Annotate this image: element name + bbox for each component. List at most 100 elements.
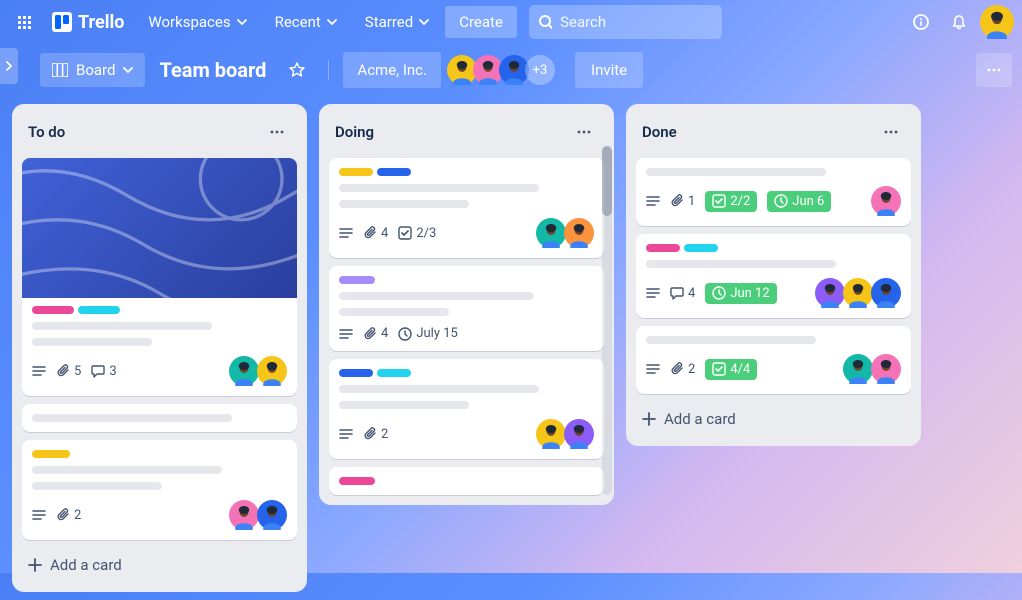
star-board-button[interactable] (280, 53, 314, 87)
card-text-placeholder (32, 482, 162, 490)
card-text-placeholder (339, 292, 534, 300)
card-label[interactable] (377, 369, 411, 377)
member-avatar[interactable] (843, 278, 873, 308)
checklist-complete-badge: 2/2 (705, 191, 757, 212)
card-label[interactable] (339, 369, 373, 377)
clock-icon (398, 327, 412, 341)
member-avatar[interactable] (229, 500, 259, 530)
card[interactable]: 12/2Jun 6 (636, 158, 911, 226)
search-box[interactable] (529, 5, 723, 39)
list-menu-button[interactable] (263, 118, 291, 146)
checklist-icon (712, 362, 726, 376)
card[interactable] (22, 404, 297, 432)
add-card-button[interactable]: Add a card (22, 548, 297, 582)
card-label[interactable] (78, 306, 120, 314)
card-cover (22, 158, 297, 298)
card[interactable]: 2 (329, 359, 604, 459)
card[interactable]: 2 (22, 440, 297, 540)
member-avatar[interactable] (536, 419, 566, 449)
member-avatar[interactable] (257, 500, 287, 530)
notifications-button[interactable] (942, 5, 976, 39)
attachment-badge: 5 (56, 364, 81, 379)
card-text-placeholder (339, 308, 449, 316)
apps-switcher-button[interactable] (8, 6, 40, 38)
card-members (845, 354, 901, 384)
member-avatar[interactable] (257, 356, 287, 386)
expand-sidebar-button[interactable] (0, 48, 18, 84)
trello-logo[interactable]: Trello (44, 12, 132, 33)
search-input[interactable] (560, 13, 712, 31)
card-badges: 2 (32, 508, 81, 523)
card-labels (32, 306, 287, 314)
list-menu-button[interactable] (570, 118, 598, 146)
attachment-icon (670, 194, 684, 208)
card[interactable]: 4July 15 (329, 266, 604, 351)
board-title[interactable]: Team board (159, 58, 266, 82)
list-title[interactable]: Done (642, 123, 677, 141)
card-badges: 42/3 (339, 226, 436, 241)
member-avatar[interactable] (564, 419, 594, 449)
card-label[interactable] (32, 306, 74, 314)
card-text-placeholder (646, 168, 826, 176)
board-menu-button[interactable] (976, 53, 1012, 87)
card[interactable]: 53 (22, 158, 297, 396)
info-button[interactable] (904, 5, 938, 39)
description-icon (339, 328, 353, 340)
member-avatar[interactable] (536, 218, 566, 248)
card[interactable] (329, 467, 604, 495)
card-label[interactable] (339, 276, 375, 284)
list-menu-button[interactable] (877, 118, 905, 146)
workspace-button[interactable]: Acme, Inc. (343, 52, 441, 88)
member-avatar[interactable] (871, 278, 901, 308)
card-label[interactable] (339, 477, 375, 485)
member-avatar[interactable] (843, 354, 873, 384)
checklist-icon (398, 226, 412, 240)
member-avatar[interactable] (871, 186, 901, 216)
card-members (231, 356, 287, 386)
board-members: +3 (451, 55, 555, 85)
list-title[interactable]: Doing (335, 123, 374, 141)
card-text-placeholder (646, 336, 816, 344)
list-scrollbar[interactable] (602, 146, 612, 495)
description-badge (646, 363, 660, 375)
description-badge (646, 287, 660, 299)
member-overflow-button[interactable]: +3 (525, 55, 555, 85)
card[interactable]: 42/3 (329, 158, 604, 258)
attachment-icon (363, 226, 377, 240)
scrollbar-thumb[interactable] (602, 146, 612, 216)
card-label[interactable] (646, 244, 680, 252)
member-avatar[interactable] (815, 278, 845, 308)
recent-menu[interactable]: Recent (263, 6, 349, 38)
card-badges: 2 (339, 427, 388, 442)
card[interactable]: 24/4 (636, 326, 911, 394)
card-text-placeholder (32, 322, 212, 330)
attachment-badge: 4 (363, 326, 388, 341)
description-badge (339, 428, 353, 440)
list-title[interactable]: To do (28, 123, 65, 141)
card-label[interactable] (377, 168, 411, 176)
member-avatar[interactable] (564, 218, 594, 248)
workspaces-menu[interactable]: Workspaces (136, 6, 258, 38)
card-label[interactable] (684, 244, 718, 252)
card-labels (339, 477, 594, 485)
card-label[interactable] (339, 168, 373, 176)
create-button[interactable]: Create (445, 6, 517, 38)
view-switcher-button[interactable]: Board (40, 53, 145, 87)
description-badge (32, 365, 46, 377)
add-card-button[interactable]: Add a card (636, 402, 911, 436)
description-icon (32, 365, 46, 377)
board-icon (52, 63, 68, 77)
card[interactable]: 4Jun 12 (636, 234, 911, 318)
account-avatar[interactable] (980, 5, 1014, 39)
starred-menu[interactable]: Starred (353, 6, 441, 38)
member-avatar[interactable] (871, 354, 901, 384)
member-avatar[interactable] (229, 356, 259, 386)
card-label[interactable] (32, 450, 70, 458)
checklist-icon (712, 194, 726, 208)
attachment-icon (670, 362, 684, 376)
plus-icon (642, 412, 656, 426)
invite-button[interactable]: Invite (575, 52, 643, 88)
app-name: Trello (78, 12, 124, 33)
comment-icon (670, 286, 684, 300)
description-icon (646, 363, 660, 375)
